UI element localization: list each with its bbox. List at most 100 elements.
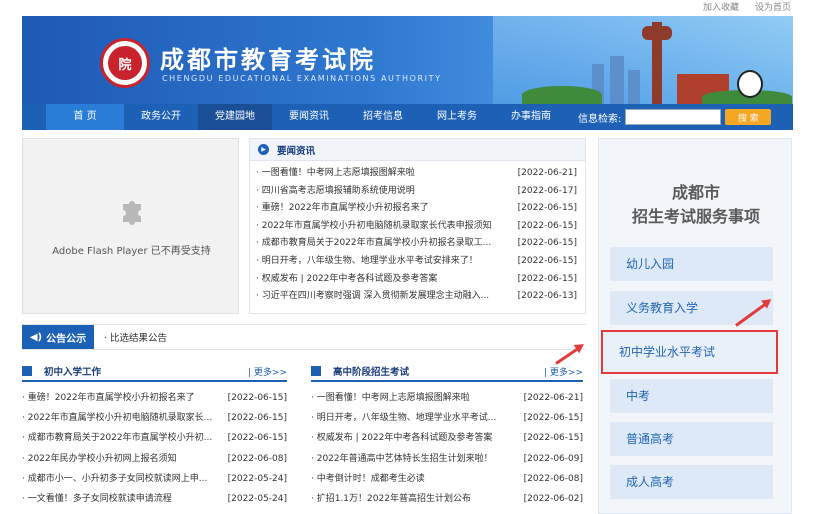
play-bullet-icon: ▶	[258, 144, 269, 155]
list-item-title[interactable]: · 中考倒计时！成都考生必读	[311, 469, 425, 489]
section-junior-admission: 初中入学工作 | 更多>> · 重磅！2022年市直属学校小升初报名来了 [202…	[22, 362, 287, 514]
news-item[interactable]: · 一图看懂！中考网上志愿填报图解来啦 [2022-06-21]	[256, 165, 577, 183]
news-title[interactable]: 要闻资讯	[277, 143, 315, 157]
list-item-date: [2022-06-21]	[523, 393, 583, 403]
news-item-date: [2022-06-13]	[517, 291, 577, 302]
news-item-date: [2022-06-15]	[517, 203, 577, 214]
nav-government-affairs[interactable]: 政务公开	[124, 104, 198, 130]
list-item[interactable]: · 成都市小一、小升初多子女同校就读网上申... [2022-05-24]	[22, 469, 287, 489]
list-item[interactable]: · 重磅！2022年市直属学校小升初报名来了 [2022-06-15]	[22, 388, 287, 408]
news-item-date: [2022-06-15]	[517, 255, 577, 266]
news-item-title[interactable]: · 习近平在四川考察时强调 深入贯彻新发展理念主动融入...	[256, 288, 489, 306]
nav-admissions[interactable]: 招考信息	[346, 104, 420, 130]
service-zhongkao[interactable]: 中考	[610, 379, 773, 413]
list-item[interactable]: · 一文看懂！多子女同校就读申请流程 [2022-05-24]	[22, 489, 287, 509]
news-item-title[interactable]: · 四川省高考志愿填报辅助系统使用说明	[256, 183, 415, 201]
section-flag-icon	[311, 366, 321, 376]
section-title[interactable]: 高中阶段招生考试	[333, 364, 544, 378]
services-title-line1: 成都市	[671, 183, 720, 202]
news-item[interactable]: · 成都市教育局关于2022年市直属学校小升初报名录取工... [2022-06-…	[256, 235, 577, 253]
section-header: 高中阶段招生考试 | 更多>>	[311, 362, 583, 382]
search-input[interactable]	[625, 109, 722, 125]
service-gaokao[interactable]: 普通高考	[610, 422, 773, 456]
list-item[interactable]: · 明日开考，八年级生物、地理学业水平考试... [2022-06-15]	[311, 408, 583, 428]
services-panel: 成都市 招生考试服务事项 幼儿入园 义务教育入学 初中学业水平考试 中考 普通高…	[598, 138, 792, 514]
service-compulsory-education[interactable]: 义务教育入学	[610, 291, 773, 325]
building-graphic	[628, 70, 640, 104]
tower-top-graphic	[642, 26, 672, 40]
news-item[interactable]: · 习近平在四川考察时强调 深入贯彻新发展理念主动融入... [2022-06-1…	[256, 288, 577, 306]
list-item[interactable]: · 中考倒计时！成都考生必读 [2022-06-08]	[311, 469, 583, 489]
nav-online-exam[interactable]: 网上考务	[420, 104, 494, 130]
nav-party-building[interactable]: 党建园地	[198, 104, 272, 130]
list-item-date: [2022-06-15]	[523, 413, 583, 424]
list-item-title[interactable]: · 一图看懂！中考网上志愿填报图解来啦	[311, 388, 470, 408]
news-item-title[interactable]: · 2022年市直属学校小升初电脑随机录取家长代表申报须知	[256, 218, 492, 236]
top-links: 加入收藏 设为首页	[703, 0, 791, 14]
list-item-title[interactable]: · 扩招1.1万！2022年普高招生计划公布	[311, 489, 471, 509]
list-item-date: [2022-06-15]	[227, 393, 287, 403]
nav-home[interactable]: 首 页	[46, 104, 124, 130]
news-header: ▶ 要闻资讯	[250, 139, 585, 161]
list-item-date: [2022-06-09]	[523, 453, 583, 464]
flash-unsupported-message: Adobe Flash Player 已不再受支持	[52, 246, 211, 257]
nav-service-guide[interactable]: 办事指南	[494, 104, 568, 130]
search-button[interactable]: 搜 索	[725, 109, 772, 125]
section-list: · 重磅！2022年市直属学校小升初报名来了 [2022-06-15] · 202…	[22, 382, 287, 509]
list-item-title[interactable]: · 成都市教育局关于2022年市直属学校小升初...	[22, 428, 212, 448]
news-item[interactable]: · 明日开考，八年级生物、地理学业水平考试安排来了！ [2022-06-15]	[256, 253, 577, 271]
news-item[interactable]: · 重磅！2022年市直属学校小升初报名来了 [2022-06-15]	[256, 200, 577, 218]
header-banner: 院 成都市教育考试院 CHENGDU EDUCATIONAL EXAMINATI…	[22, 16, 793, 104]
service-kindergarten[interactable]: 幼儿入园	[610, 247, 773, 281]
plugin-puzzle-icon	[123, 201, 141, 225]
news-item-date: [2022-06-15]	[517, 220, 577, 231]
news-item[interactable]: · 权威发布 | 2022年中考各科试题及参考答案 [2022-06-15]	[256, 271, 577, 289]
news-item[interactable]: · 四川省高考志愿填报辅助系统使用说明 [2022-06-17]	[256, 183, 577, 201]
tree-graphic	[522, 86, 602, 104]
section-title[interactable]: 初中入学工作	[44, 364, 248, 378]
service-adult-gaokao[interactable]: 成人高考	[610, 465, 773, 499]
service-junior-academic-exam[interactable]: 初中学业水平考试	[601, 330, 778, 374]
list-item-title[interactable]: · 2022年民办学校小升初网上报名须知	[22, 449, 177, 469]
set-homepage-link[interactable]: 设为首页	[755, 0, 791, 14]
list-item-title[interactable]: · 明日开考，八年级生物、地理学业水平考试...	[311, 408, 496, 428]
news-item-title[interactable]: · 明日开考，八年级生物、地理学业水平考试安排来了！	[256, 253, 478, 271]
top-strip: 加入收藏 设为首页	[0, 0, 819, 16]
section-header: 初中入学工作 | 更多>>	[22, 362, 287, 382]
notice-tag[interactable]: ◀) 公告公示	[22, 325, 94, 349]
news-list: · 一图看懂！中考网上志愿填报图解来啦 [2022-06-21] · 四川省高考志…	[250, 161, 585, 306]
news-item-title[interactable]: · 权威发布 | 2022年中考各科试题及参考答案	[256, 271, 437, 289]
list-item-title[interactable]: · 成都市小一、小升初多子女同校就读网上申...	[22, 469, 207, 489]
news-item[interactable]: · 2022年市直属学校小升初电脑随机录取家长代表申报须知 [2022-06-15…	[256, 218, 577, 236]
more-link[interactable]: | 更多>>	[248, 365, 287, 378]
site-title: 成都市教育考试院	[160, 46, 376, 74]
list-item[interactable]: · 一图看懂！中考网上志愿填报图解来啦 [2022-06-21]	[311, 388, 583, 408]
list-item[interactable]: · 2022年市直属学校小升初电脑随机录取家长... [2022-06-15]	[22, 408, 287, 428]
news-item-title[interactable]: · 重磅！2022年市直属学校小升初报名来了	[256, 200, 429, 218]
list-item-title[interactable]: · 一文看懂！多子女同校就读申请流程	[22, 489, 172, 509]
add-favorite-link[interactable]: 加入收藏	[703, 0, 739, 14]
list-item-date: [2022-06-02]	[523, 493, 583, 504]
list-item-date: [2022-06-15]	[227, 433, 287, 444]
search-label: 信息检索:	[578, 113, 622, 125]
main-nav: 首 页 政务公开 党建园地 要闻资讯 招考信息 网上考务 办事指南 信息检索: …	[22, 104, 793, 130]
site-logo[interactable]: 院	[100, 38, 150, 88]
list-item-title[interactable]: · 2022年普通高中艺体特长生招生计划来啦！	[311, 449, 493, 469]
list-item[interactable]: · 成都市教育局关于2022年市直属学校小升初... [2022-06-15]	[22, 428, 287, 448]
section-list: · 一图看懂！中考网上志愿填报图解来啦 [2022-06-21] · 明日开考，八…	[311, 382, 583, 509]
list-item[interactable]: · 2022年普通高中艺体特长生招生计划来啦！ [2022-06-09]	[311, 449, 583, 469]
list-item[interactable]: · 扩招1.1万！2022年普高招生计划公布 [2022-06-02]	[311, 489, 583, 509]
nav-news[interactable]: 要闻资讯	[272, 104, 346, 130]
list-item-date: [2022-05-24]	[227, 493, 287, 504]
list-item-title[interactable]: · 2022年市直属学校小升初电脑随机录取家长...	[22, 408, 212, 428]
more-link[interactable]: | 更多>>	[544, 365, 583, 378]
news-item-date: [2022-06-17]	[517, 185, 577, 196]
list-item-title[interactable]: · 权威发布 | 2022年中考各科试题及参考答案	[311, 428, 492, 448]
news-item-title[interactable]: · 成都市教育局关于2022年市直属学校小升初报名录取工...	[256, 235, 491, 253]
list-item[interactable]: · 权威发布 | 2022年中考各科试题及参考答案 [2022-06-15]	[311, 428, 583, 448]
news-item-title[interactable]: · 一图看懂！中考网上志愿填报图解来啦	[256, 165, 415, 183]
notice-item[interactable]: · 比选结果公告	[104, 330, 167, 344]
news-item-date: [2022-06-15]	[517, 238, 577, 249]
list-item-title[interactable]: · 重磅！2022年市直属学校小升初报名来了	[22, 388, 195, 408]
list-item[interactable]: · 2022年民办学校小升初网上报名须知 [2022-06-08]	[22, 449, 287, 469]
